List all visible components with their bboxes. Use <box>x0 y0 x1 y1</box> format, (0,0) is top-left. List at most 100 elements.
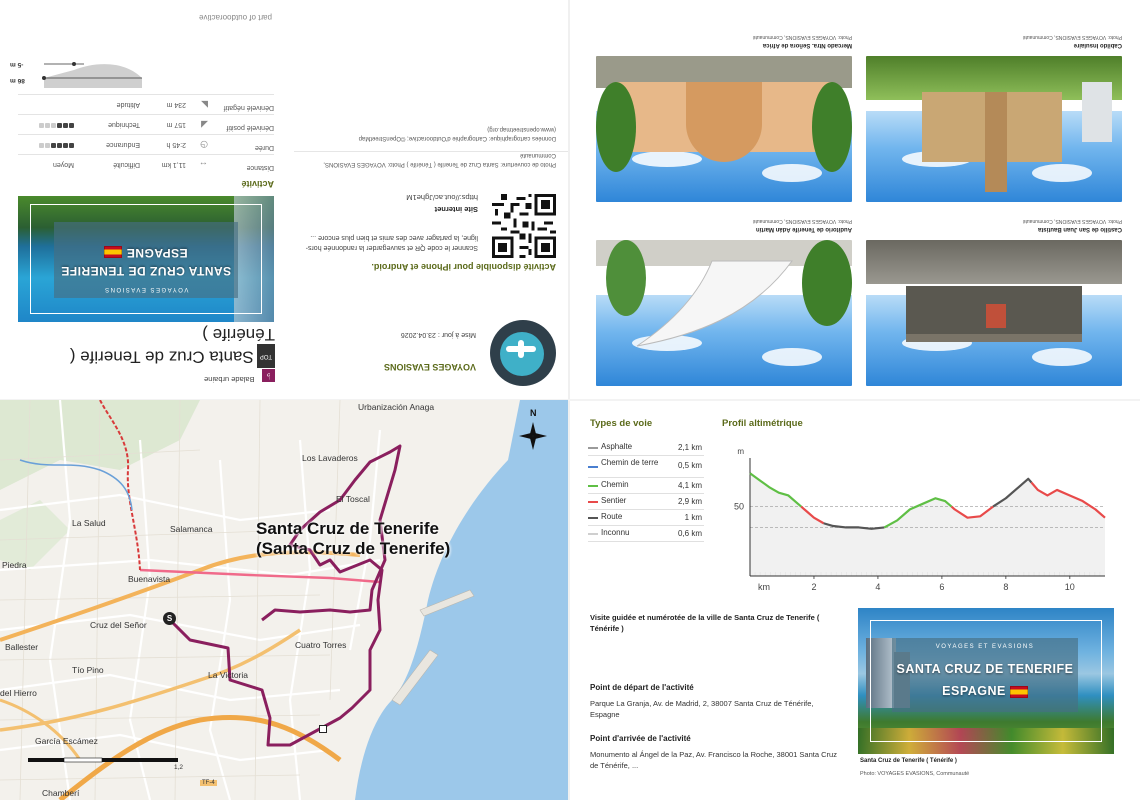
website-link[interactable]: https://out.ac/Jghe1M <box>406 193 478 202</box>
stat-value: 11,1 km <box>161 161 186 168</box>
author-logo <box>490 320 556 386</box>
stat-value: 2:45 h <box>166 141 186 148</box>
scale-label: 1,2 <box>174 764 184 771</box>
photo-card[interactable] <box>866 240 1122 386</box>
surface-swatch <box>588 447 598 449</box>
start-address: Parque La Granja, Av. de Madrid, 2, 3800… <box>590 699 814 719</box>
author-name: VOYAGES EVASIONS <box>383 362 476 372</box>
surface-row: Asphalte 2,1 km <box>588 440 704 456</box>
cover-caption: Santa Cruz de Tenerife ( Ténérife ) <box>860 758 957 764</box>
surface-swatch <box>588 501 598 503</box>
cover-country: ESPAGNE <box>892 684 1078 698</box>
surface-value: 4,1 km <box>677 481 702 490</box>
website-label: Site internet <box>434 205 478 214</box>
stat-value: 157 m <box>166 121 186 128</box>
map-label: Cruz del Señor <box>90 620 147 630</box>
rating-dot <box>69 143 74 148</box>
photo-card[interactable] <box>596 56 852 202</box>
end-title: Point d'arrivée de l'activité <box>590 734 691 743</box>
route-map[interactable]: N S Santa Cruz de Tenerife (Santa Cruz d… <box>0 400 568 800</box>
part-of-text: part of outdooractive <box>199 13 272 22</box>
rating-dot <box>45 143 50 148</box>
hero-title: SANTA CRUZ DE TENERIFE <box>60 264 232 278</box>
rating-dot <box>63 123 68 128</box>
map-label: Chamberí <box>42 788 80 798</box>
app-title: Activité disponible pour iPhone et Andro… <box>371 262 556 272</box>
photo-caption: Castillo de San Juan Bautista <box>1037 226 1122 232</box>
altitude-mini-chart: 86 m -5 m <box>10 58 144 90</box>
surface-name: Route <box>601 512 623 521</box>
rating-value <box>38 121 74 128</box>
map-label: Piedra <box>2 560 27 570</box>
photo-grid: Cabildo Insulaire Photo: VOYAGES EVASIONS… <box>570 0 1140 400</box>
surface-name: Chemin de terre <box>601 458 659 467</box>
rating-label: Altitude <box>116 101 140 108</box>
surface-name: Inconnu <box>601 528 630 537</box>
surface-swatch <box>588 466 598 468</box>
top-badge: TOP <box>256 344 275 368</box>
x-axis-label: km <box>758 582 770 592</box>
y-tick-label: 50 <box>734 502 744 512</box>
rating-label: Endurance <box>106 141 140 148</box>
start-title: Point de départ de l'activité <box>590 683 694 692</box>
cover-image: VOYAGES ET EVASIONS SANTA CRUZ DE TENERI… <box>858 608 1114 754</box>
stat-icon: ◢ <box>201 120 208 130</box>
elevation-area <box>750 473 1105 576</box>
details-panel: Types de voie Asphalte 2,1 km Chemin de … <box>570 400 1140 800</box>
rating-dot <box>57 123 62 128</box>
hero-country: ESPAGNE <box>54 246 238 260</box>
surface-row: Chemin 4,1 km <box>588 478 704 494</box>
surface-value: 2,9 km <box>677 497 702 506</box>
x-tick-label: 8 <box>1003 582 1008 592</box>
surface-swatch <box>588 485 598 487</box>
stat-label: Dénivelé positif <box>226 124 274 131</box>
photo-card[interactable] <box>866 56 1122 202</box>
stat-row: Distance ↔ 11,1 km Difficulté Moyen <box>18 154 274 174</box>
map-city-name: Santa Cruz de Tenerife (Santa Cruz de Te… <box>256 519 451 558</box>
chart-title: Profil altimétrique <box>722 418 803 429</box>
stat-icon: ◣ <box>201 100 208 110</box>
stat-label: Durée <box>254 144 274 151</box>
map-label: Tío Pino <box>72 665 104 675</box>
x-tick-label: 2 <box>811 582 816 592</box>
updated-date: Mise à jour : 23.04.2026 <box>400 331 476 338</box>
start-marker[interactable]: S <box>163 612 176 625</box>
stat-icon: ↔ <box>199 160 208 170</box>
x-tick-label: 4 <box>875 582 880 592</box>
map-label: Los Lavaderos <box>302 453 358 463</box>
spain-flag-icon <box>104 246 123 259</box>
qr-code <box>492 194 556 258</box>
photo-credit: Photo: VOYAGES EVASIONS, Communauté <box>1022 34 1122 40</box>
surface-row: Inconnu 0,6 km <box>588 526 704 542</box>
surface-title: Types de voie <box>590 418 653 429</box>
surface-value: 2,1 km <box>677 443 702 452</box>
map-label: Cuatro Torres <box>295 640 347 650</box>
activity-heading: Activité <box>241 179 274 189</box>
road-label: TF-4 <box>200 780 217 786</box>
photo-card[interactable] <box>596 240 852 386</box>
y-axis-label: m <box>737 447 744 456</box>
map-label: García Escámez <box>35 736 98 746</box>
end-address: Monumento al Ángel de la Paz, Av. Franci… <box>590 750 837 770</box>
cover-title: SANTA CRUZ DE TENERIFE <box>896 662 1074 676</box>
rating-dot <box>51 123 56 128</box>
rating-dot <box>69 123 74 128</box>
map-label: Ballester <box>5 642 39 652</box>
surface-row: Route 1 km <box>588 510 704 526</box>
map-label: Salamanca <box>170 524 213 534</box>
end-marker[interactable] <box>319 725 327 733</box>
surface-swatch <box>588 517 598 519</box>
rating-dot <box>51 143 56 148</box>
surface-row: Chemin de terre 0,5 km <box>588 456 704 478</box>
hero-image: VOYAGES EVASIONS SANTA CRUZ DE TENERIFE … <box>18 196 274 322</box>
stat-label: Dénivelé négatif <box>223 104 274 111</box>
elevation-chart: 2 4 6 8 10 50 m km <box>734 447 1106 592</box>
x-tick-label: 10 <box>1065 582 1075 592</box>
map-label: El Toscal <box>336 494 370 504</box>
activity-description: Visite guidée et numérotée de la ville d… <box>590 613 820 633</box>
map-label: del Hierro <box>0 688 37 698</box>
map-label: La Salud <box>72 518 106 528</box>
rating-dot <box>57 143 62 148</box>
surface-value: 0,6 km <box>677 529 702 538</box>
hiker-icon: ♭ <box>262 369 275 382</box>
